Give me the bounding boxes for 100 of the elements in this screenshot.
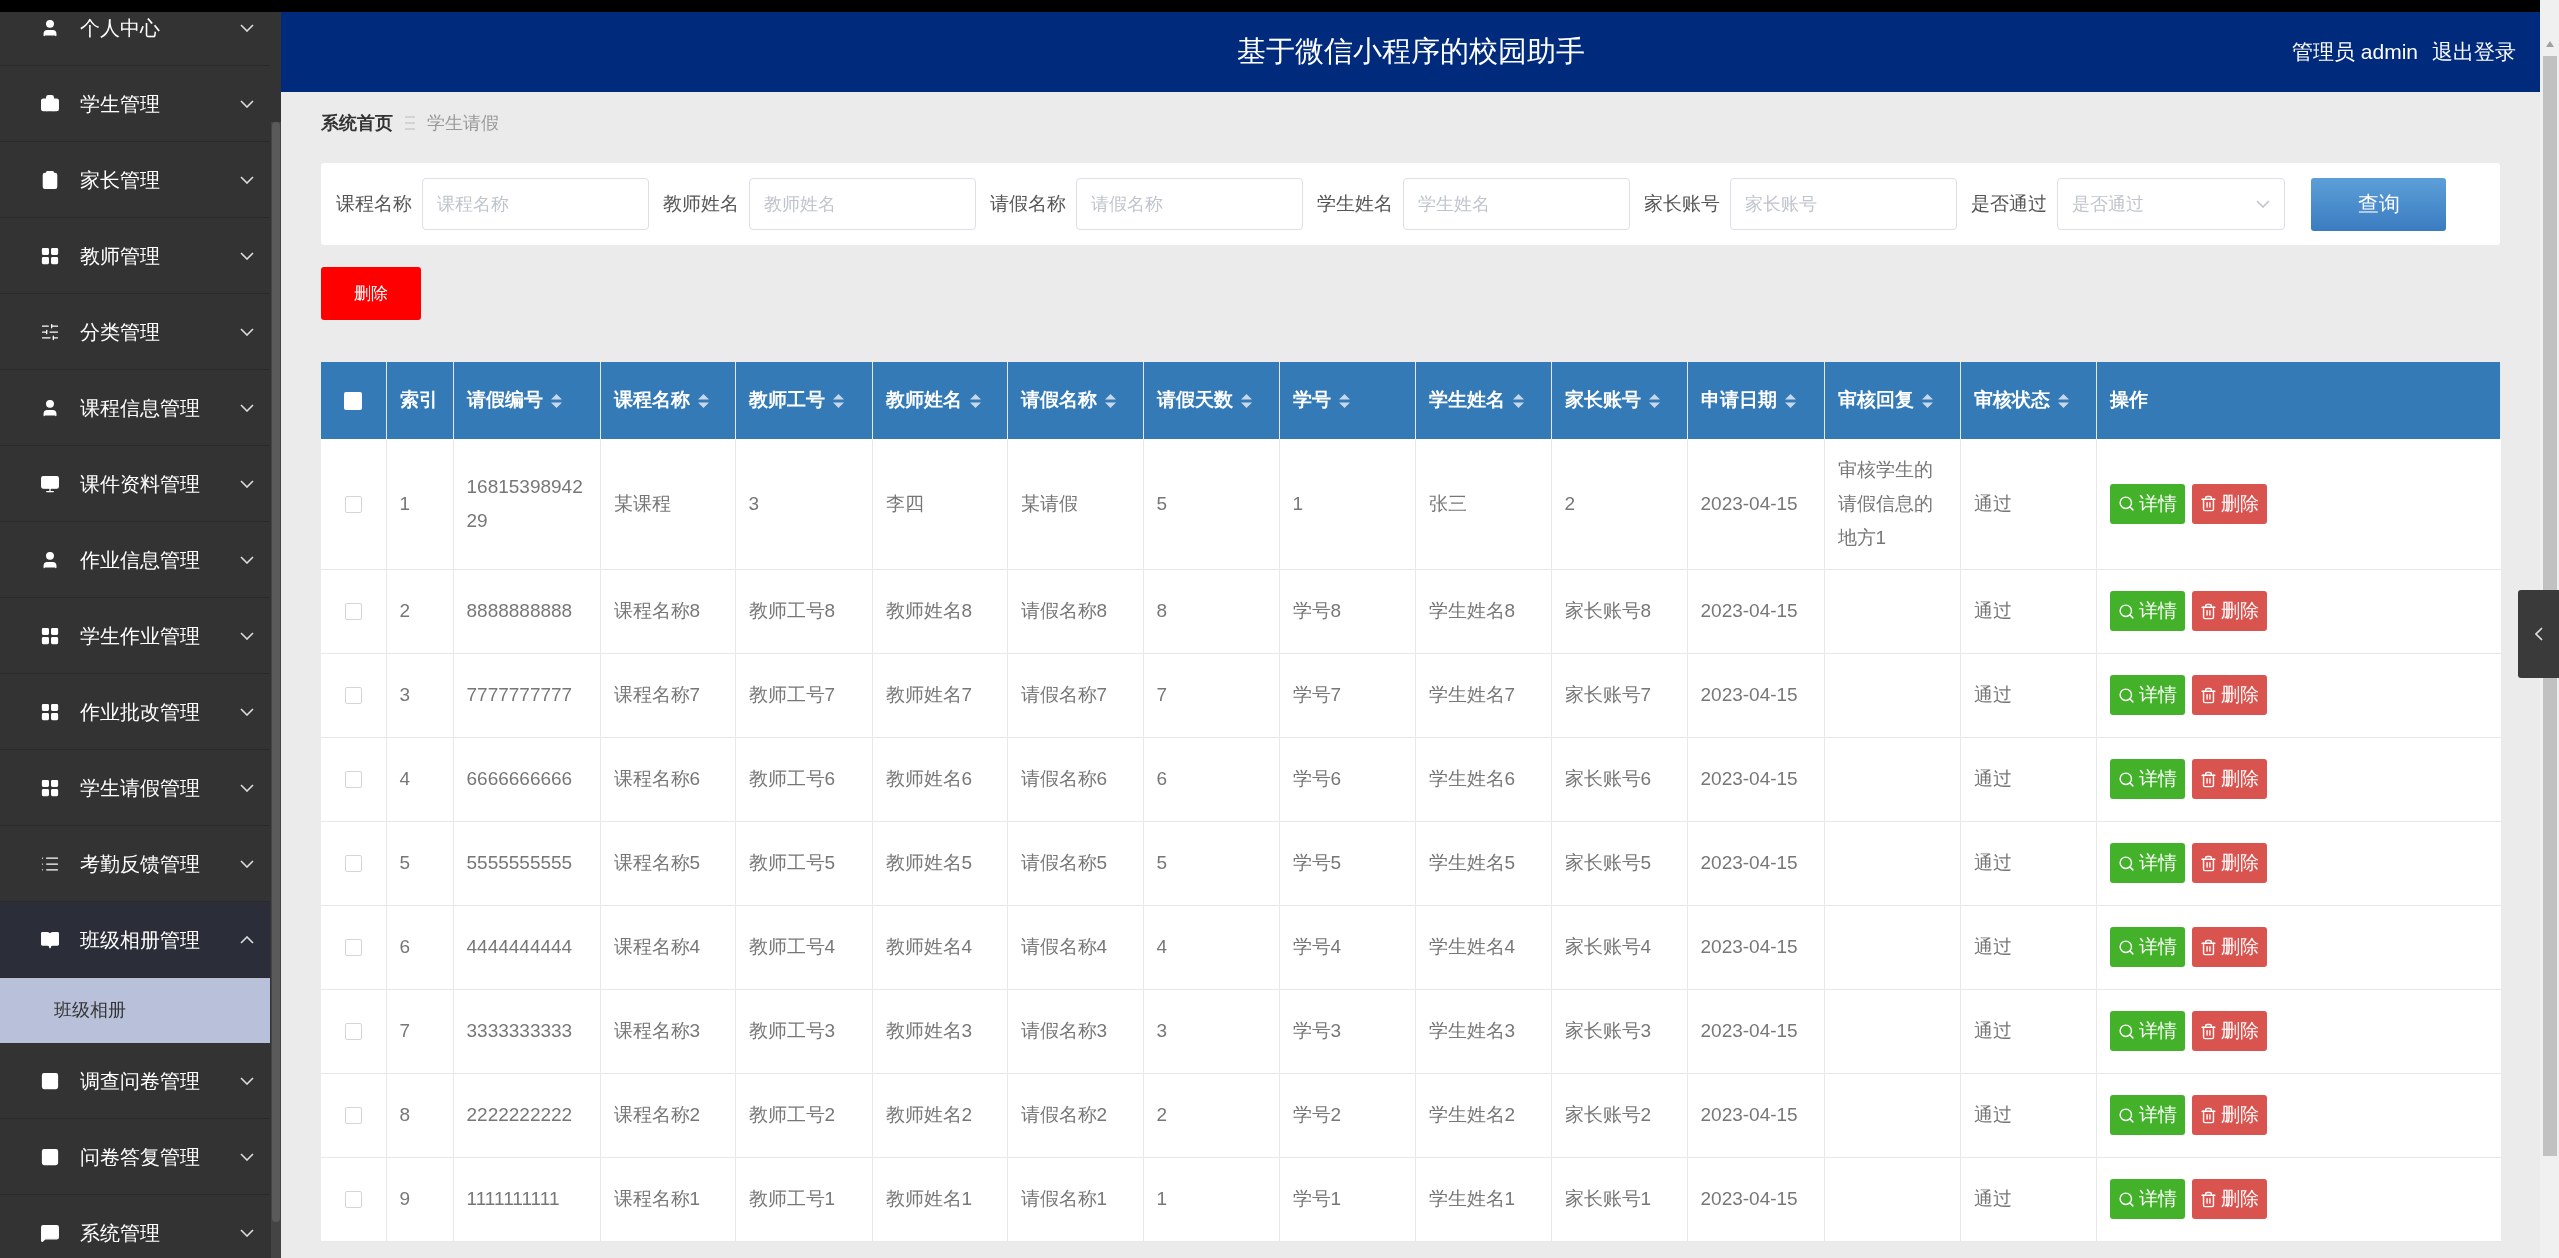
table-cell: 教师工号1 bbox=[748, 1188, 836, 1209]
column-header[interactable]: 请假名称 bbox=[1020, 389, 1097, 411]
table-cell: 教师工号2 bbox=[748, 1104, 836, 1125]
table-cell: 1 bbox=[399, 492, 411, 514]
input-field[interactable]: 家长账号 bbox=[1730, 178, 1957, 230]
checkbox[interactable] bbox=[344, 603, 362, 621]
search-icon bbox=[2117, 938, 2135, 956]
detail-button[interactable]: 详情 bbox=[2109, 759, 2185, 799]
trash-icon bbox=[2199, 1022, 2217, 1040]
checkbox[interactable] bbox=[344, 771, 362, 789]
detail-button[interactable]: 详情 bbox=[2109, 1179, 2185, 1219]
table-cell: 通过 bbox=[1973, 600, 2012, 621]
table-cell: 2023-04-15 bbox=[1700, 936, 1798, 957]
query-button[interactable]: 查询 bbox=[2311, 177, 2446, 231]
column-header[interactable]: 课程名称 bbox=[613, 389, 690, 411]
delete-button[interactable]: 删除 bbox=[2191, 927, 2267, 967]
app-title: 基于微信小程序的校园助手 bbox=[1236, 34, 1585, 70]
sidebar-item[interactable]: 班级相册管理 bbox=[0, 902, 270, 978]
delete-button[interactable]: 删除 bbox=[2191, 675, 2267, 715]
table-cell: 8 bbox=[399, 1104, 411, 1125]
detail-button[interactable]: 详情 bbox=[2109, 483, 2185, 524]
checkbox[interactable] bbox=[344, 496, 362, 513]
checkbox[interactable] bbox=[344, 1107, 362, 1125]
sort-icon[interactable] bbox=[2057, 394, 2069, 409]
field-label: 家长账号 bbox=[1644, 191, 1720, 216]
table-cell: 学号7 bbox=[1292, 684, 1342, 705]
column-header[interactable]: 审核回复 bbox=[1837, 389, 1914, 411]
search-icon bbox=[2117, 602, 2135, 620]
detail-button[interactable]: 详情 bbox=[2109, 1011, 2185, 1051]
sort-icon[interactable] bbox=[697, 394, 709, 409]
column-header[interactable]: 教师工号 bbox=[748, 389, 825, 411]
sort-icon[interactable] bbox=[1338, 394, 1350, 409]
column-header[interactable]: 教师姓名 bbox=[885, 389, 962, 411]
table-cell: 3333333333 bbox=[466, 1020, 573, 1041]
detail-button[interactable]: 详情 bbox=[2109, 591, 2185, 631]
detail-button[interactable]: 详情 bbox=[2109, 1095, 2185, 1135]
detail-button[interactable]: 详情 bbox=[2109, 675, 2185, 715]
scrollbar-thumb[interactable] bbox=[2542, 56, 2557, 1156]
delete-button[interactable]: 删除 bbox=[2191, 1095, 2267, 1135]
table-cell: 2023-04-15 bbox=[1700, 1188, 1798, 1209]
checkbox[interactable] bbox=[344, 687, 362, 705]
chevron-down-icon bbox=[2256, 200, 2270, 208]
sort-icon[interactable] bbox=[550, 394, 562, 409]
sort-icon[interactable] bbox=[1648, 394, 1660, 409]
column-header[interactable]: 学号 bbox=[1292, 389, 1331, 411]
logout-link[interactable]: 退出登录 bbox=[2432, 36, 2516, 68]
detail-button[interactable]: 详情 bbox=[2109, 927, 2185, 967]
delete-button[interactable]: 删除 bbox=[321, 267, 421, 320]
column-header[interactable]: 家长账号 bbox=[1564, 389, 1641, 411]
input-field[interactable]: 课程名称 bbox=[422, 178, 649, 230]
breadcrumb-link[interactable]: 系统首页 bbox=[321, 109, 393, 137]
scrollbar[interactable] bbox=[271, 122, 281, 1258]
sort-icon[interactable] bbox=[1512, 394, 1524, 409]
column-header[interactable]: 学生姓名 bbox=[1428, 389, 1505, 411]
sort-icon[interactable] bbox=[832, 394, 844, 409]
submenu-item[interactable]: 班级相册 bbox=[0, 978, 270, 1043]
delete-button[interactable]: 删除 bbox=[2191, 1179, 2267, 1219]
table-cell: 3 bbox=[1156, 1020, 1168, 1041]
scroll-up-icon[interactable] bbox=[2544, 40, 2555, 48]
chevron-down-icon bbox=[240, 99, 254, 108]
sort-icon[interactable] bbox=[1921, 394, 1933, 409]
chat-icon bbox=[40, 1222, 60, 1243]
sort-icon[interactable] bbox=[1784, 394, 1796, 409]
table-cell: 学号4 bbox=[1292, 936, 1342, 957]
column-header[interactable]: 请假天数 bbox=[1156, 389, 1233, 411]
sort-icon[interactable] bbox=[969, 394, 981, 409]
input-field[interactable]: 教师姓名 bbox=[749, 178, 976, 230]
table-cell: 2 bbox=[1564, 492, 1576, 514]
input-field[interactable]: 学生姓名 bbox=[1403, 178, 1630, 230]
delete-button[interactable]: 删除 bbox=[2191, 1011, 2267, 1051]
chevron-down-icon bbox=[240, 327, 254, 336]
delete-button[interactable]: 删除 bbox=[2191, 591, 2267, 631]
column-header[interactable]: 申请日期 bbox=[1700, 389, 1777, 411]
table-cell: 李四 bbox=[885, 492, 924, 514]
column-header[interactable]: 请假编号 bbox=[466, 389, 543, 411]
table-cell: 审核学生的请假信息的地方1 bbox=[1837, 458, 1933, 548]
table-cell: 1 bbox=[1156, 1188, 1168, 1209]
sort-icon[interactable] bbox=[1104, 394, 1116, 409]
chevron-down-icon bbox=[240, 1228, 254, 1237]
page-scrollbar[interactable] bbox=[2540, 0, 2559, 1258]
scrollbar-thumb[interactable] bbox=[272, 122, 280, 1222]
delete-button[interactable]: 删除 bbox=[2191, 483, 2267, 524]
checkbox[interactable] bbox=[344, 1023, 362, 1041]
checkbox[interactable] bbox=[344, 1191, 362, 1209]
table-cell: 学生姓名3 bbox=[1428, 1020, 1516, 1041]
table-cell: 通过 bbox=[1973, 768, 2012, 789]
input-field[interactable]: 请假名称 bbox=[1076, 178, 1303, 230]
table-cell: 家长账号6 bbox=[1564, 768, 1652, 789]
chevron-down-icon bbox=[240, 23, 254, 32]
sort-icon[interactable] bbox=[1240, 394, 1252, 409]
chevron-down-icon bbox=[240, 251, 254, 260]
checkbox[interactable] bbox=[344, 392, 363, 411]
detail-button[interactable]: 详情 bbox=[2109, 843, 2185, 883]
table-cell: 教师工号6 bbox=[748, 768, 836, 789]
delete-button[interactable]: 删除 bbox=[2191, 759, 2267, 799]
checkbox[interactable] bbox=[344, 939, 362, 957]
checkbox[interactable] bbox=[344, 855, 362, 873]
delete-button[interactable]: 删除 bbox=[2191, 843, 2267, 883]
column-header[interactable]: 审核状态 bbox=[1973, 389, 2050, 411]
table-cell: 教师工号8 bbox=[748, 600, 836, 621]
